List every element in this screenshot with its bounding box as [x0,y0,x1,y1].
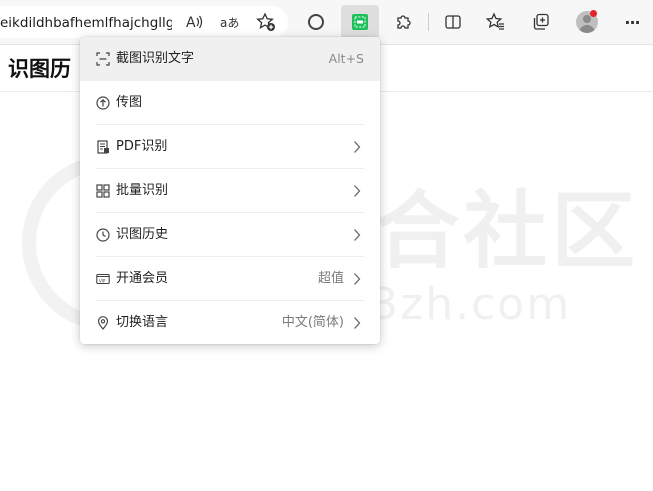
history-clock-icon [96,228,110,242]
menu-item-label: 开通会员 [116,271,169,286]
batch-grid-icon [96,184,110,198]
menu-item-switch-language[interactable]: 切换语言 中文(简体) [80,301,380,344]
svg-text:VIP: VIP [99,278,106,283]
menu-item-upload-image[interactable]: 传图 [80,81,380,125]
extensions-puzzle-icon[interactable] [390,8,418,36]
chevron-right-icon [350,228,364,242]
vip-icon: VIP [96,272,110,286]
menu-item-label: PDF识别 [116,139,168,154]
collections-icon[interactable] [527,8,555,36]
address-text[interactable]: eikdildhbafhemlfhajchgllgi... [0,14,172,32]
chevron-right-icon [350,316,364,330]
screenshot-icon [96,52,110,66]
address-bar[interactable]: eikdildhbafhemlfhajchgllgi... [0,6,288,38]
menu-item-value: 超值 [317,271,344,286]
menu-item-label: 截图识别文字 [116,51,195,66]
location-pin-icon [96,316,110,330]
favorites-icon[interactable] [482,8,510,36]
svg-text:A: A [186,15,196,31]
chevron-right-icon [350,272,364,286]
ocr-extension-icon[interactable] [346,8,374,36]
menu-item-pdf-ocr[interactable]: PDF识别 [80,125,380,169]
pdf-icon [96,140,110,154]
read-aloud-icon[interactable]: A [180,8,208,36]
menu-item-batch-ocr[interactable]: 批量识别 [80,169,380,213]
menu-item-screenshot-ocr[interactable]: 截图识别文字 Alt+S [80,37,380,81]
menu-item-label: 识图历史 [116,227,169,242]
chevron-right-icon [350,184,364,198]
svg-text:aあ: aあ [220,16,239,30]
split-screen-icon[interactable] [439,8,467,36]
menu-item-label: 传图 [116,95,143,110]
upload-icon [96,96,110,110]
translate-icon[interactable]: aあ [216,8,244,36]
favorite-add-icon[interactable] [252,8,280,36]
menu-item-value: 中文(简体) [281,315,344,330]
page-title: 识图历 [8,57,71,81]
ocr-extension-menu: 截图识别文字 Alt+S 传图 PDF识别 批量识别 识图历史 VIP 开通会员… [80,37,380,344]
more-menu-icon[interactable]: ··· [618,8,646,36]
menu-item-label: 切换语言 [116,315,169,330]
menu-item-vip-membership[interactable]: VIP 开通会员 超值 [80,257,380,301]
shortcut-hint: Alt+S [328,51,364,66]
notification-dot [590,10,597,17]
extension-circle-icon[interactable] [302,8,330,36]
toolbar-separator [428,13,429,31]
chevron-right-icon [350,140,364,154]
menu-item-ocr-history[interactable]: 识图历史 [80,213,380,257]
menu-item-label: 批量识别 [116,183,169,198]
